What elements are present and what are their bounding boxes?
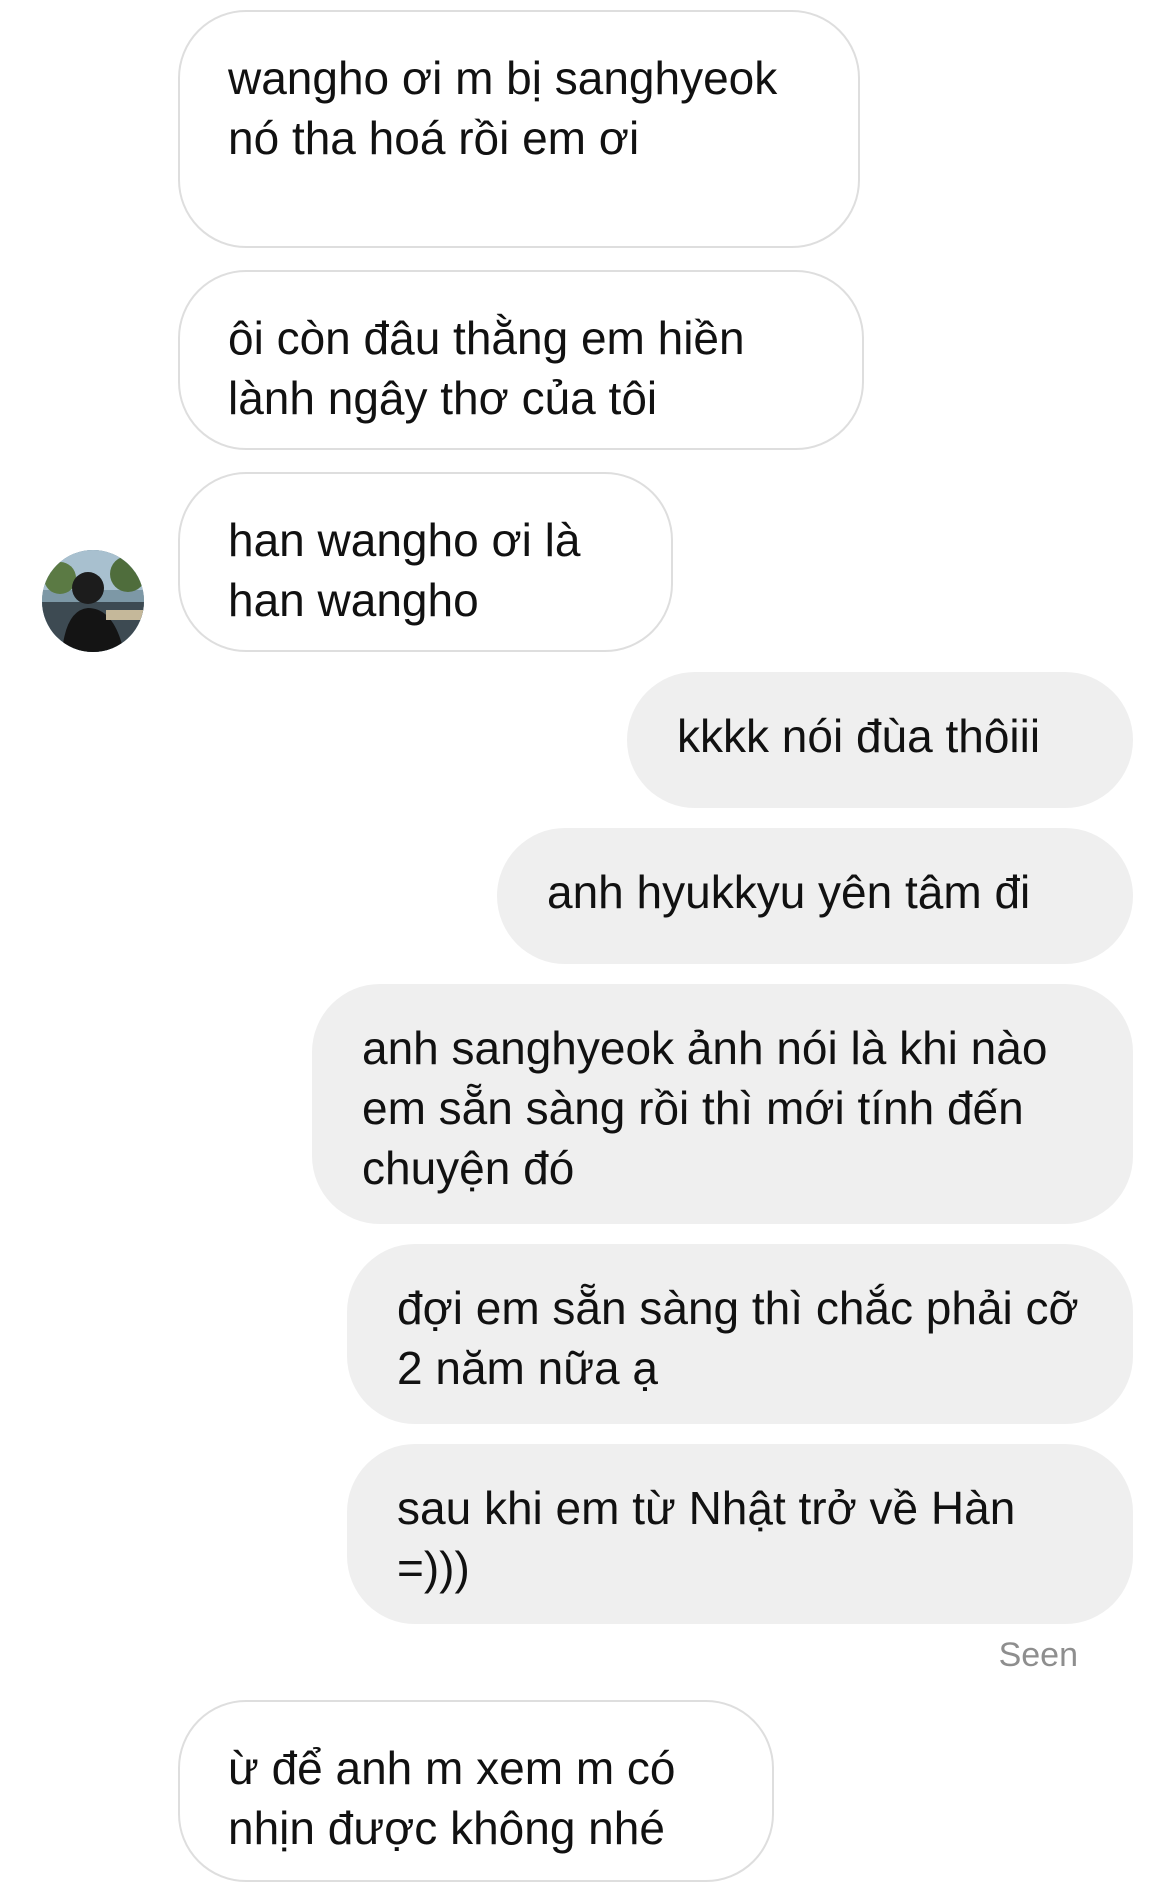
message-bubble-outgoing[interactable]: kkkk nói đùa thôiii <box>627 672 1133 808</box>
message-bubble-outgoing[interactable]: anh sanghyeok ảnh nói là khi nào em sẵn … <box>312 984 1133 1224</box>
message-bubble-outgoing[interactable]: anh hyukkyu yên tâm đi <box>497 828 1133 964</box>
message-bubble-incoming[interactable]: ừ để anh m xem m có nhịn được không nhé <box>178 1700 774 1882</box>
message-bubble-incoming[interactable]: han wangho ơi là han wangho <box>178 472 673 652</box>
message-text: anh sanghyeok ảnh nói là khi nào em sẵn … <box>362 1022 1048 1194</box>
message-text: han wangho ơi là han wangho <box>228 514 581 626</box>
message-bubble-outgoing[interactable]: sau khi em từ Nhật trở về Hàn =))) <box>347 1444 1133 1624</box>
message-text: ừ để anh m xem m có nhịn được không nhé <box>228 1742 676 1854</box>
message-text: sau khi em từ Nhật trở về Hàn =))) <box>397 1482 1016 1594</box>
seen-status: Seen <box>998 1636 1078 1674</box>
contact-avatar[interactable] <box>42 550 144 652</box>
message-text: anh hyukkyu yên tâm đi <box>547 866 1031 918</box>
message-bubble-incoming[interactable]: wangho ơi m bị sanghyeok nó tha hoá rồi … <box>178 10 860 248</box>
message-text: ôi còn đâu thằng em hiền lành ngây thơ c… <box>228 312 745 424</box>
message-bubble-outgoing[interactable]: đợi em sẵn sàng thì chắc phải cỡ 2 năm n… <box>347 1244 1133 1424</box>
message-text: wangho ơi m bị sanghyeok nó tha hoá rồi … <box>228 52 778 164</box>
message-text: kkkk nói đùa thôiii <box>677 710 1041 762</box>
message-bubble-incoming[interactable]: ôi còn đâu thằng em hiền lành ngây thơ c… <box>178 270 864 450</box>
message-text: đợi em sẵn sàng thì chắc phải cỡ 2 năm n… <box>397 1282 1079 1394</box>
profile-photo-icon <box>42 550 144 652</box>
